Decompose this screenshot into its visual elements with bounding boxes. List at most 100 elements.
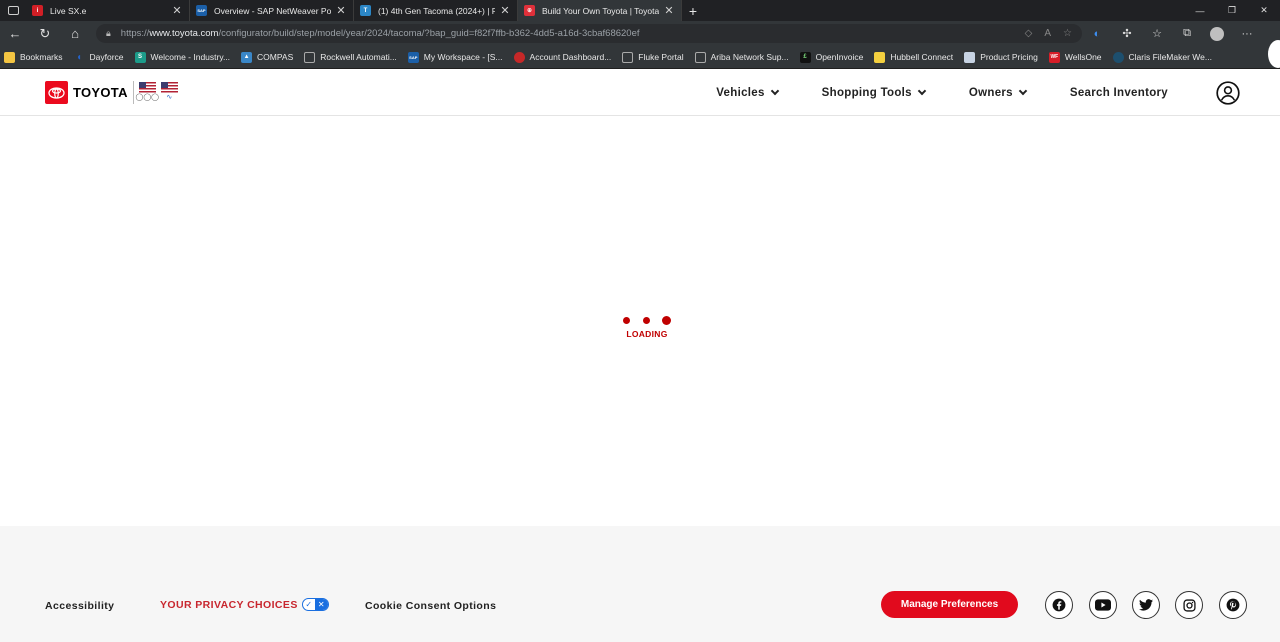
toyota-favicon-icon: ⊕ bbox=[524, 5, 535, 16]
bookmark-item[interactable]: Hubbell Connect bbox=[874, 51, 953, 63]
instagram-icon[interactable] bbox=[1175, 591, 1203, 619]
toyota-emblem-icon bbox=[45, 81, 68, 104]
chevron-down-icon bbox=[770, 86, 779, 95]
site-header: TOYOTA ◯◯◯ ∿ Vehicles Shopping Tools Own… bbox=[0, 69, 1280, 116]
minimize-icon[interactable]: — bbox=[1184, 6, 1216, 16]
privacy-toggle-icon: ✓ ✕ bbox=[301, 598, 329, 611]
bookmark-item[interactable]: WF WellsOne bbox=[1048, 51, 1102, 63]
loading-indicator: LOADING bbox=[620, 316, 674, 339]
new-tab-icon[interactable]: + bbox=[682, 3, 704, 19]
chevron-down-icon bbox=[917, 86, 927, 95]
folder-icon bbox=[4, 51, 15, 63]
accessibility-link[interactable]: Accessibility bbox=[45, 600, 114, 612]
page-icon bbox=[622, 51, 634, 63]
favorite-add-icon[interactable]: ☆ bbox=[1063, 28, 1072, 39]
browser-tab[interactable]: i Live SX.e ✕ bbox=[26, 0, 190, 21]
browser-tab-active[interactable]: ⊕ Build Your Own Toyota | Toyota O ✕ bbox=[518, 0, 682, 21]
tab-close-icon[interactable]: ✕ bbox=[171, 4, 183, 17]
twitter-icon[interactable] bbox=[1132, 591, 1160, 619]
restore-icon[interactable]: ❐ bbox=[1216, 5, 1248, 16]
bookmark-item[interactable]: £ OpenInvoice bbox=[799, 51, 863, 63]
brand-wordmark: TOYOTA bbox=[73, 85, 128, 100]
doc-icon bbox=[964, 51, 976, 63]
nav-shopping-tools[interactable]: Shopping Tools bbox=[822, 86, 927, 99]
main-nav: Vehicles Shopping Tools Owners Search In… bbox=[716, 69, 1280, 116]
apple-icon bbox=[513, 51, 525, 63]
bookmark-item[interactable]: ◖ Dayforce bbox=[74, 52, 124, 63]
address-toolbar: ← ↻ ⌂ 🔒︎ https://www.toyota.com/configur… bbox=[0, 21, 1280, 46]
tab-title: Build Your Own Toyota | Toyota O bbox=[542, 5, 659, 16]
dayforce-icon: ◖ bbox=[75, 51, 83, 63]
lock-icon[interactable]: 🔒︎ bbox=[106, 28, 111, 39]
nav-search-inventory[interactable]: Search Inventory bbox=[1070, 87, 1168, 99]
window-close-icon[interactable]: ✕ bbox=[1248, 5, 1280, 16]
site-footer: Accessibility YOUR PRIVACY CHOICES ✓ ✕ Co… bbox=[0, 526, 1280, 642]
live-sxe-favicon-icon: i bbox=[32, 5, 43, 16]
loading-text: LOADING bbox=[626, 329, 668, 339]
pinterest-icon[interactable] bbox=[1219, 591, 1247, 619]
bookmark-item[interactable]: Account Dashboard... bbox=[513, 51, 611, 63]
bookmark-item[interactable]: ▲ COMPAS bbox=[241, 51, 293, 63]
url-text[interactable]: https://www.toyota.com/configurator/buil… bbox=[121, 28, 640, 39]
claris-icon bbox=[1112, 51, 1124, 63]
page-icon bbox=[694, 51, 706, 63]
browser-tab[interactable]: SAP Overview - SAP NetWeaver Portal ✕ bbox=[190, 0, 354, 21]
bookmarks-bar: Bookmarks ◖ Dayforce S Welcome - Industry.… bbox=[0, 46, 1280, 69]
tab-title: (1) 4th Gen Tacoma (2024+) | Page bbox=[378, 5, 495, 16]
browser-tab[interactable]: T (1) 4th Gen Tacoma (2024+) | Page ✕ bbox=[354, 0, 518, 21]
bookmark-item[interactable]: Claris FileMaker We... bbox=[1112, 51, 1212, 63]
more-menu-icon[interactable]: ··· bbox=[1232, 28, 1262, 40]
bookmark-item[interactable]: Product Pricing bbox=[964, 51, 1038, 63]
extension-icon[interactable]: ◐ bbox=[1082, 28, 1112, 40]
loading-dots bbox=[623, 316, 671, 325]
youtube-icon[interactable] bbox=[1089, 591, 1117, 619]
nav-owners[interactable]: Owners bbox=[969, 86, 1028, 99]
cookie-consent-link[interactable]: Cookie Consent Options bbox=[365, 600, 496, 612]
tab-title: Overview - SAP NetWeaver Portal bbox=[214, 5, 331, 16]
page-icon bbox=[304, 51, 316, 63]
url-bar[interactable]: 🔒︎ https://www.toyota.com/configurator/b… bbox=[96, 24, 1082, 43]
extensions-puzzle-icon[interactable]: ✣ bbox=[1112, 27, 1142, 40]
browser-tab-bar: i Live SX.e ✕ SAP Overview - SAP NetWeav… bbox=[0, 0, 1280, 21]
us-paralympic-flag-icon: ∿ bbox=[160, 81, 178, 104]
tacoma-forum-favicon-icon: T bbox=[360, 5, 371, 16]
facebook-icon[interactable] bbox=[1045, 591, 1073, 619]
bookmark-item[interactable]: Rockwell Automati... bbox=[304, 51, 397, 63]
wells-icon: WF bbox=[1048, 51, 1060, 63]
tag-icon[interactable]: ◇ bbox=[1025, 28, 1033, 39]
favorites-icon[interactable]: ☆ bbox=[1142, 27, 1172, 40]
bookmark-item[interactable]: Fluke Portal bbox=[622, 51, 684, 63]
tab-actions-icon[interactable] bbox=[0, 0, 26, 21]
logo-divider bbox=[132, 81, 134, 104]
profile-avatar[interactable] bbox=[1210, 26, 1224, 41]
back-icon[interactable]: ← bbox=[0, 26, 30, 41]
nav-vehicles[interactable]: Vehicles bbox=[716, 86, 779, 99]
tab-close-icon[interactable]: ✕ bbox=[335, 4, 347, 17]
collections-icon[interactable]: ⧉ bbox=[1172, 27, 1202, 40]
manage-preferences-button[interactable]: Manage Preferences bbox=[881, 591, 1018, 618]
sap-favicon-icon: SAP bbox=[196, 5, 207, 16]
bookmark-item[interactable]: S Welcome - Industry... bbox=[134, 51, 230, 63]
toyota-logo[interactable]: TOYOTA ◯◯◯ ∿ bbox=[45, 81, 183, 104]
bookmark-item[interactable]: SAP My Workspace - [S... bbox=[407, 51, 503, 63]
s-icon: S bbox=[134, 51, 146, 63]
loading-dot bbox=[642, 317, 650, 324]
tab-close-icon[interactable]: ✕ bbox=[663, 4, 675, 17]
sap-icon: SAP bbox=[407, 51, 419, 63]
home-icon[interactable]: ⌂ bbox=[60, 26, 90, 41]
us-olympic-flag-icon: ◯◯◯ bbox=[136, 81, 159, 104]
configurator-content: LOADING bbox=[0, 116, 1280, 526]
tab-close-icon[interactable]: ✕ bbox=[499, 4, 511, 17]
privacy-choices-link[interactable]: YOUR PRIVACY CHOICES ✓ ✕ bbox=[160, 598, 329, 611]
bookmark-item[interactable]: Bookmarks bbox=[4, 51, 63, 63]
bookmark-item[interactable]: Ariba Network Sup... bbox=[694, 51, 789, 63]
tab-title: Live SX.e bbox=[50, 5, 87, 16]
chevron-down-icon bbox=[1018, 86, 1028, 95]
window-controls: — ❐ ✕ bbox=[1184, 0, 1280, 21]
loading-dot bbox=[662, 316, 671, 325]
read-aloud-icon[interactable]: A bbox=[1044, 28, 1051, 39]
openinvoice-icon: £ bbox=[799, 51, 811, 63]
url-bar-actions: ◇ A ☆ bbox=[1025, 28, 1072, 39]
account-user-icon[interactable] bbox=[1216, 80, 1240, 105]
refresh-icon[interactable]: ↻ bbox=[30, 26, 60, 42]
